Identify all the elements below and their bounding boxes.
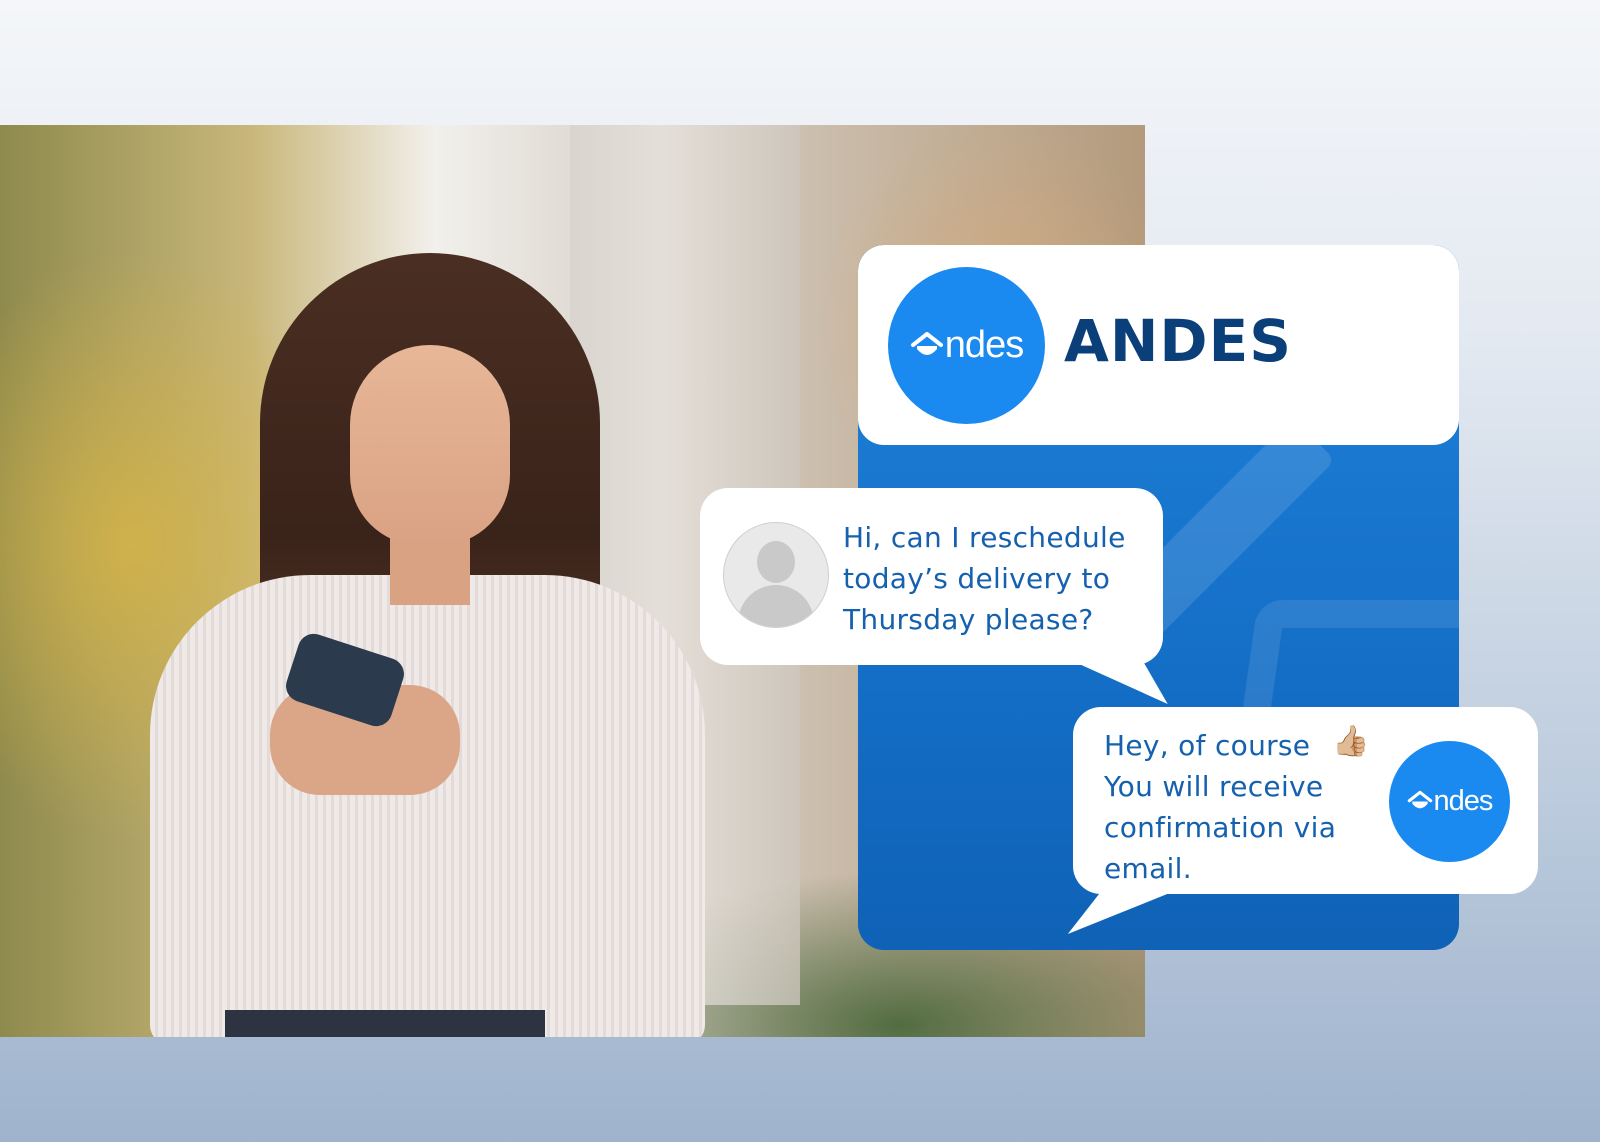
house-icon xyxy=(1407,790,1432,809)
reply-logo: ndes xyxy=(1389,741,1510,862)
user-avatar-icon xyxy=(723,522,829,628)
user-message-text: Hi, can I reschedule today’s delivery to… xyxy=(843,521,1126,636)
reply-message-text: Hey, of course You will receive confirma… xyxy=(1104,729,1337,885)
thumbs-up-icon: 👍🏼 xyxy=(1332,724,1370,759)
woman-sweater xyxy=(150,575,705,1037)
chat-header: ndes ANDES xyxy=(858,245,1459,445)
reply-logo-text: ndes xyxy=(1433,785,1494,817)
brand-name: ANDES xyxy=(1064,307,1292,375)
brand-logo: ndes xyxy=(888,267,1045,424)
brand-logo-text: ndes xyxy=(944,324,1024,366)
woman-face xyxy=(350,345,510,545)
belt xyxy=(225,1010,545,1037)
house-icon xyxy=(910,331,943,355)
